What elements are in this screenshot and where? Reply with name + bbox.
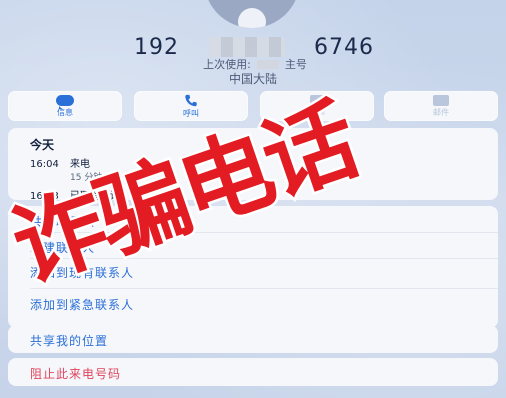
phone-icon <box>185 94 197 106</box>
mail-icon <box>433 94 449 106</box>
message-button[interactable]: 信息 <box>8 91 122 121</box>
redaction-mask <box>208 37 285 57</box>
divider <box>30 288 498 289</box>
share-location-option[interactable]: 共享我的位置 <box>30 332 108 349</box>
block-caller-option[interactable]: 阻止此来电号码 <box>30 365 121 382</box>
sim-badge <box>256 59 279 69</box>
share-location-card: 共享我的位置 <box>8 325 498 353</box>
person-icon <box>238 8 266 28</box>
mail-button[interactable]: 邮件 <box>384 91 498 121</box>
message-bubble-icon <box>56 94 74 109</box>
mail-label: 邮件 <box>433 107 449 117</box>
block-caller-card: 阻止此来电号码 <box>8 358 498 386</box>
